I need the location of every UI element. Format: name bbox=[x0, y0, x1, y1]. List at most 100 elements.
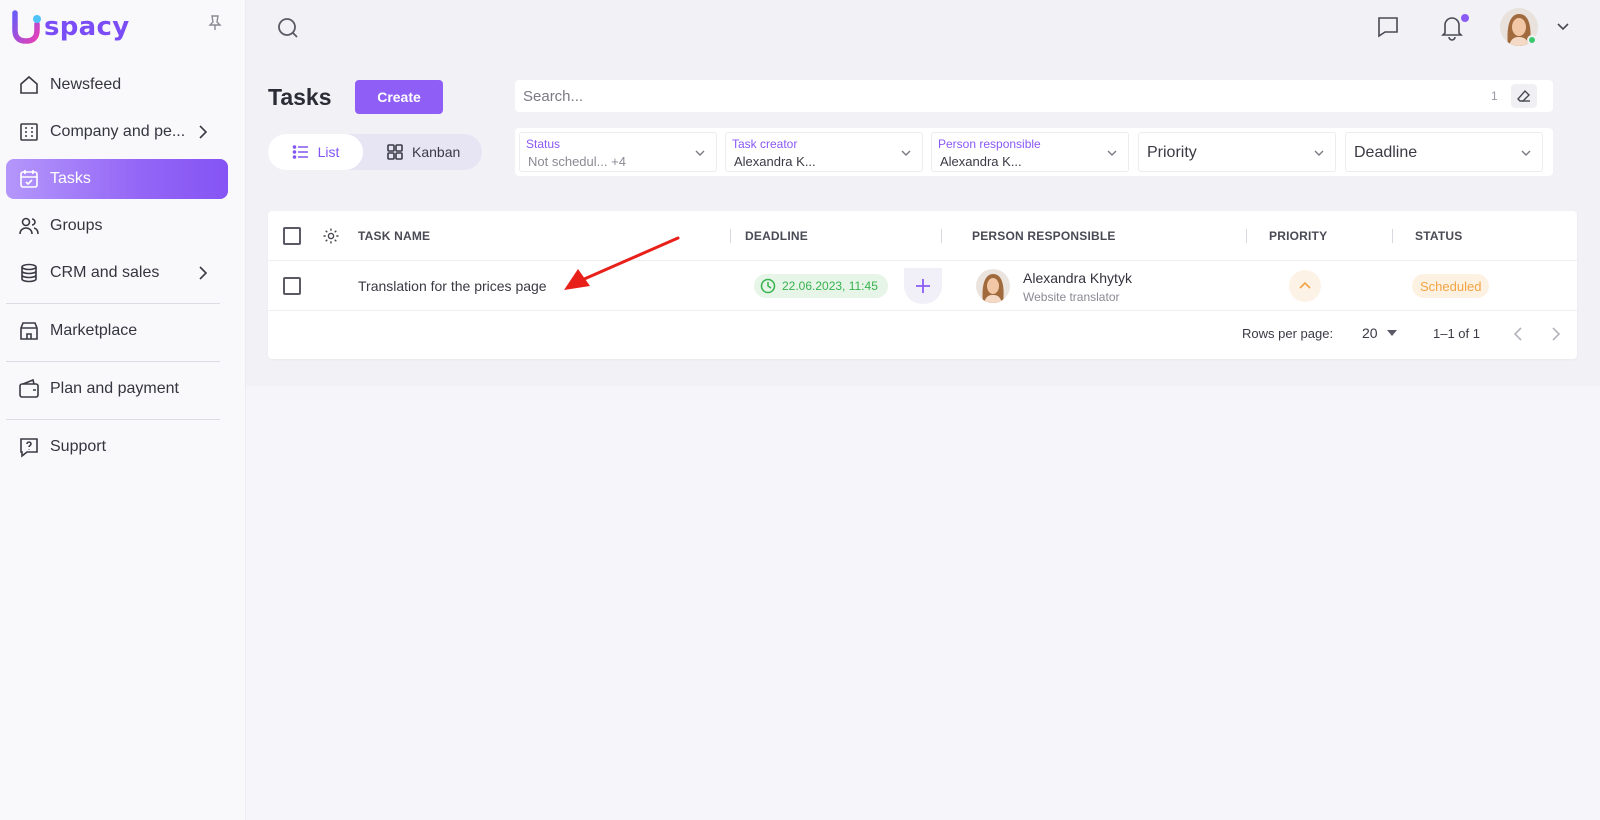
person-avatar[interactable] bbox=[976, 269, 1010, 303]
sidebar-item-company[interactable]: Company and pe... bbox=[6, 112, 228, 152]
eraser-icon bbox=[1517, 89, 1530, 102]
building-icon bbox=[20, 123, 38, 141]
column-header-person-responsible[interactable]: PERSON RESPONSIBLE bbox=[972, 229, 1116, 243]
column-header-task-name[interactable]: TASK NAME bbox=[358, 229, 430, 243]
coins-stack-icon bbox=[21, 263, 37, 283]
view-list-label: List bbox=[317, 144, 340, 160]
filter-priority[interactable]: Priority bbox=[1138, 132, 1336, 172]
tasks-table: TASK NAME DEADLINE PERSON RESPONSIBLE PR… bbox=[268, 211, 1577, 359]
table-header: TASK NAME DEADLINE PERSON RESPONSIBLE PR… bbox=[268, 211, 1577, 261]
sidebar-divider bbox=[6, 419, 220, 420]
home-icon bbox=[20, 75, 38, 94]
filter-value: Not schedul... +4 bbox=[528, 154, 626, 169]
filter-label: Task creator bbox=[732, 137, 798, 151]
sidebar-divider bbox=[6, 361, 220, 362]
view-kanban-label: Kanban bbox=[412, 144, 461, 160]
prev-page-icon[interactable] bbox=[1512, 326, 1524, 342]
page-title: Tasks bbox=[268, 84, 332, 110]
topbar bbox=[246, 0, 1600, 56]
column-header-deadline[interactable]: DEADLINE bbox=[745, 229, 808, 243]
filter-value: Alexandra K... bbox=[940, 154, 1022, 169]
online-status-dot bbox=[1527, 35, 1537, 45]
sidebar-item-label: Plan and payment bbox=[50, 380, 179, 397]
grid-icon bbox=[387, 144, 403, 160]
page-range: 1–1 of 1 bbox=[1433, 326, 1480, 341]
list-icon bbox=[292, 145, 308, 159]
column-separator bbox=[941, 229, 942, 243]
filters-bar: Status Not schedul... +4 Task creator Al… bbox=[515, 128, 1553, 176]
person-role: Website translator bbox=[1023, 290, 1120, 304]
chevron-up-icon bbox=[1299, 281, 1311, 289]
rows-per-page-select[interactable]: 20 bbox=[1362, 325, 1398, 341]
sidebar-item-label: Newsfeed bbox=[50, 76, 122, 93]
sidebar-item-plan-payment[interactable]: Plan and payment bbox=[6, 369, 228, 409]
chevron-down-icon bbox=[1107, 150, 1117, 156]
next-page-icon[interactable] bbox=[1550, 326, 1562, 342]
deadline-badge[interactable]: 22.06.2023, 11:45 bbox=[754, 274, 888, 298]
filter-placeholder: Priority bbox=[1147, 144, 1197, 161]
clear-search-button[interactable] bbox=[1511, 84, 1537, 108]
search-input[interactable] bbox=[515, 80, 1455, 112]
sidebar-item-crm[interactable]: CRM and sales bbox=[6, 253, 228, 293]
chevron-down-icon bbox=[1521, 150, 1531, 156]
row-checkbox[interactable] bbox=[283, 277, 301, 295]
table-row[interactable]: Translation for the prices page 22.06.20… bbox=[268, 261, 1577, 311]
table-pagination: Rows per page: 20 1–1 of 1 bbox=[268, 311, 1577, 359]
chevron-down-icon bbox=[695, 150, 705, 156]
filter-person-responsible[interactable]: Person responsible Alexandra K... bbox=[931, 132, 1129, 172]
sidebar-item-label: Support bbox=[50, 438, 107, 455]
view-list-button[interactable]: List bbox=[268, 134, 363, 170]
search-result-count: 1 bbox=[1491, 89, 1498, 103]
chevron-down-icon[interactable] bbox=[1555, 20, 1571, 34]
sidebar-item-label: CRM and sales bbox=[50, 264, 160, 281]
sidebar-item-label: Company and pe... bbox=[50, 123, 186, 140]
person-name[interactable]: Alexandra Khytyk bbox=[1023, 270, 1132, 286]
sidebar-item-tasks[interactable]: Tasks bbox=[6, 159, 228, 199]
gear-icon[interactable] bbox=[322, 227, 340, 245]
chevron-down-icon bbox=[901, 150, 911, 156]
column-header-status[interactable]: STATUS bbox=[1415, 229, 1462, 243]
rows-per-page-label: Rows per page: bbox=[1242, 326, 1334, 341]
filter-label: Person responsible bbox=[938, 137, 1041, 151]
sidebar-item-label: Marketplace bbox=[50, 322, 138, 339]
chevron-right-icon bbox=[199, 266, 208, 280]
sidebar: spacy Newsfeed Company and pe... Tasks G… bbox=[0, 0, 246, 820]
sidebar-item-marketplace[interactable]: Marketplace bbox=[6, 311, 228, 351]
logo-text: spacy bbox=[44, 12, 130, 42]
pin-icon[interactable] bbox=[206, 14, 224, 32]
select-all-checkbox[interactable] bbox=[283, 227, 301, 245]
chevron-right-icon bbox=[199, 125, 208, 139]
filter-task-creator[interactable]: Task creator Alexandra K... bbox=[725, 132, 923, 172]
sidebar-item-label: Tasks bbox=[50, 170, 91, 187]
avatar-photo-icon bbox=[976, 269, 1010, 303]
chevron-down-icon bbox=[1314, 150, 1324, 156]
plus-icon bbox=[916, 279, 930, 293]
search-box: 1 bbox=[515, 80, 1553, 112]
uspacy-logo-icon bbox=[12, 10, 41, 44]
filter-deadline[interactable]: Deadline bbox=[1345, 132, 1543, 172]
priority-badge[interactable] bbox=[1289, 270, 1321, 302]
sidebar-item-groups[interactable]: Groups bbox=[6, 206, 228, 246]
clock-icon bbox=[760, 278, 776, 294]
store-icon bbox=[20, 322, 38, 340]
help-chat-icon bbox=[20, 438, 38, 458]
add-button[interactable] bbox=[904, 268, 942, 304]
filter-label: Status bbox=[526, 137, 561, 151]
app-logo[interactable]: spacy bbox=[12, 10, 130, 44]
view-kanban-button[interactable]: Kanban bbox=[386, 134, 460, 170]
column-separator bbox=[1246, 229, 1247, 243]
column-separator bbox=[1392, 229, 1393, 243]
filter-placeholder: Deadline bbox=[1354, 144, 1418, 161]
rows-per-page-value: 20 bbox=[1362, 325, 1378, 341]
create-button[interactable]: Create bbox=[355, 80, 443, 114]
sidebar-item-support[interactable]: Support bbox=[6, 427, 228, 467]
task-name-link[interactable]: Translation for the prices page bbox=[358, 278, 547, 294]
sidebar-item-label: Groups bbox=[50, 217, 103, 234]
filter-status[interactable]: Status Not schedul... +4 bbox=[519, 132, 717, 172]
search-icon[interactable] bbox=[276, 16, 300, 40]
column-header-priority[interactable]: PRIORITY bbox=[1269, 229, 1327, 243]
notification-dot bbox=[1461, 14, 1469, 22]
status-badge[interactable]: Scheduled bbox=[1412, 274, 1490, 298]
sidebar-item-newsfeed[interactable]: Newsfeed bbox=[6, 65, 228, 105]
chat-icon[interactable] bbox=[1375, 14, 1401, 40]
